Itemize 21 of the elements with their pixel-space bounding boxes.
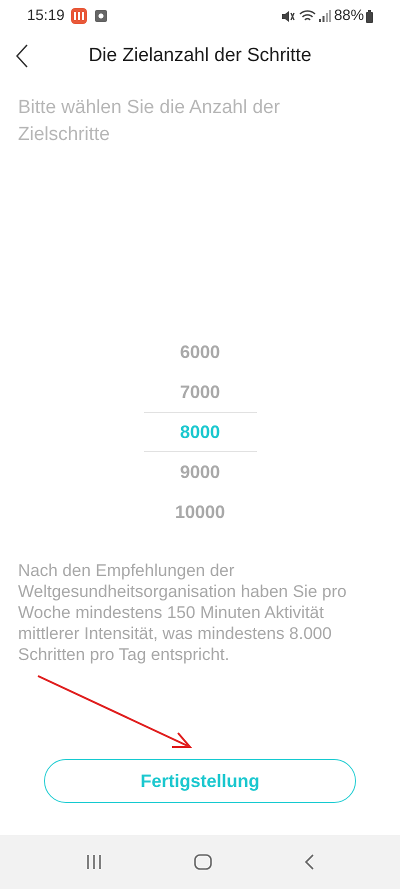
info-text: Nach den Empfehlungen der Weltgesundheitsorganisation haben Sie pro Woche mindestens 150 Minuten Aktivität mittlerer Intensität, was mindestens 8.000 Schritten pro Tag entspricht. bbox=[17, 560, 348, 665]
page-title: Die Zielanzahl der Schritte bbox=[88, 44, 312, 68]
wifi-icon bbox=[298, 10, 316, 22]
picker-option[interactable]: 6000 bbox=[144, 332, 256, 372]
picker-option[interactable]: 9000 bbox=[144, 452, 256, 492]
battery-icon bbox=[366, 10, 373, 22]
app-notification-icon bbox=[70, 8, 87, 24]
home-icon[interactable] bbox=[194, 854, 212, 870]
notification-icon bbox=[94, 10, 107, 22]
picker-option[interactable]: 10000 bbox=[144, 492, 256, 532]
mute-icon bbox=[280, 10, 295, 22]
recent-apps-icon[interactable] bbox=[86, 854, 102, 870]
picker-option[interactable]: 8000 bbox=[144, 412, 256, 452]
back-icon bbox=[16, 44, 28, 68]
back-icon[interactable] bbox=[304, 854, 314, 870]
prompt-text: Bitte wählen Sie die Anzahl der Zielschritte bbox=[18, 96, 281, 147]
signal-icon bbox=[318, 10, 331, 22]
status-time: 15:19 bbox=[27, 6, 65, 26]
picker-option[interactable]: 7000 bbox=[144, 372, 256, 412]
battery-percentage: 88% bbox=[334, 6, 364, 26]
finish-button[interactable]: Fertigstellung bbox=[44, 759, 356, 803]
